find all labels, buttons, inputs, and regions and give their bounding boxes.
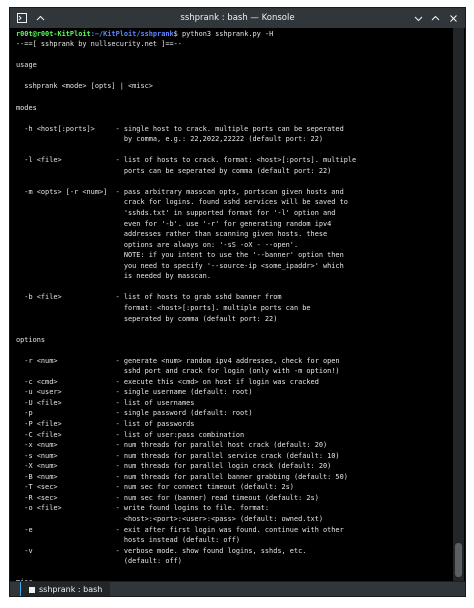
terminal-line: --==[ sshprank by nullsecurity.net ]==-- xyxy=(16,40,182,49)
terminal-line: (default: off) xyxy=(16,557,182,566)
terminal-line: -e - exit after first login was found. c… xyxy=(16,525,344,534)
terminal-line: NOTE: if you intent to use the '--banner… xyxy=(16,251,344,260)
terminal-line: -R <sec> - num sec for (banner) read tim… xyxy=(16,493,319,502)
terminal-line: ports can be seperated by comma (default… xyxy=(16,166,332,175)
terminal-line: addresses rather than scanning given hos… xyxy=(16,230,328,239)
tab-bar: sshprank : bash xyxy=(10,581,465,596)
terminal-line: -B <num> - num threads for parallel bann… xyxy=(16,472,348,481)
terminal-line: -c <cmd> - execute this <cmd> on host if… xyxy=(16,377,319,386)
prompt-user-host: r00t@r00t-KitPloit xyxy=(16,30,91,38)
maximize-icon[interactable] xyxy=(429,12,441,24)
terminal-line: options are always on: '-sS -oX - --open… xyxy=(16,240,299,249)
terminal-line: -b <file> - list of hosts to grab sshd b… xyxy=(16,293,282,302)
terminal-line: sshd port and crack for login (only with… xyxy=(16,367,340,376)
terminal-line: you need to specify '--source-ip <some_i… xyxy=(16,261,344,270)
terminal-line: -o <file> - write found logins to file. … xyxy=(16,504,270,513)
terminal-line: -p - single password (default: root) xyxy=(16,409,253,418)
window-title: sshprank : bash — Konsole xyxy=(180,13,295,23)
terminal-line: -U <file> - list of usernames xyxy=(16,398,195,407)
terminal-line: is needed by masscan. xyxy=(16,272,211,281)
terminal-line: -X <num> - num threads for parallel logi… xyxy=(16,462,332,471)
terminal-line: crack for logins. found sshd services wi… xyxy=(16,198,348,207)
terminal-line: by comma, e.g.: 22,2022,22222 (default p… xyxy=(16,135,323,144)
terminal-line: -v - verbose mode. show found logins, ss… xyxy=(16,546,307,555)
terminal-line: -l <file> - list of hosts to crack. form… xyxy=(16,156,357,165)
terminal-line: modes xyxy=(16,103,37,112)
terminal-output[interactable]: r00t@r00t-KitPloit:~/KitPloit/sshprank$ … xyxy=(10,28,452,581)
terminal-line: <host>:<port>:<user>:<pass> (default: ow… xyxy=(16,514,323,523)
minimize-icon[interactable] xyxy=(412,12,424,24)
terminal-line: -s <num> - num threads for parallel serv… xyxy=(16,451,340,460)
terminal-line: sshprank <mode> [opts] | <misc> xyxy=(16,82,153,91)
terminal-line: -u <user> - single username (default: ro… xyxy=(16,388,253,397)
terminal-line: -T <sec> - num sec for connect timeout (… xyxy=(16,483,294,492)
terminal-line: -h <host[:ports]> - single host to crack… xyxy=(16,124,344,133)
tab-sshprank-bash[interactable]: sshprank : bash xyxy=(20,582,111,596)
prompt-command: $ python3 sshprank.py -H xyxy=(173,30,274,38)
terminal-line: usage xyxy=(16,61,37,70)
terminal-line: format: <host>[:ports]. multiple ports c… xyxy=(16,303,311,312)
close-icon[interactable] xyxy=(447,12,459,24)
prompt-path: :~/KitPloit/sshprank xyxy=(90,30,174,38)
terminal-line: -P <file> - list of passwords xyxy=(16,420,195,428)
terminal-line: -m <opts> [-r <num>] - pass arbitrary ma… xyxy=(16,187,344,196)
konsole-window: sshprank : bash — Konsole r00t@r00t-KitP… xyxy=(9,7,466,597)
window-titlebar[interactable]: sshprank : bash — Konsole xyxy=(10,8,465,28)
terminal-line: -x <num> - num threads for parallel host… xyxy=(16,441,328,450)
scrollbar-thumb[interactable] xyxy=(455,543,462,577)
terminal-tab-icon xyxy=(29,586,35,593)
terminal-line: options xyxy=(16,335,46,344)
terminal-line: 'sshds.txt' in supported format for '-l'… xyxy=(16,209,336,217)
terminal-line: -C <file> - list of user:pass combinatio… xyxy=(16,430,245,439)
terminal-line: -r <num> - generate <num> random ipv4 ad… xyxy=(16,356,340,365)
terminal-line: seperated by comma (default port: 22) xyxy=(16,314,278,323)
terminal-line: even for '-b'. use '-r' for generating r… xyxy=(16,219,332,228)
terminal-scrollbar[interactable] xyxy=(453,28,464,581)
tab-label: sshprank : bash xyxy=(39,585,103,594)
terminal-line: hosts instead (default: off) xyxy=(16,536,241,545)
